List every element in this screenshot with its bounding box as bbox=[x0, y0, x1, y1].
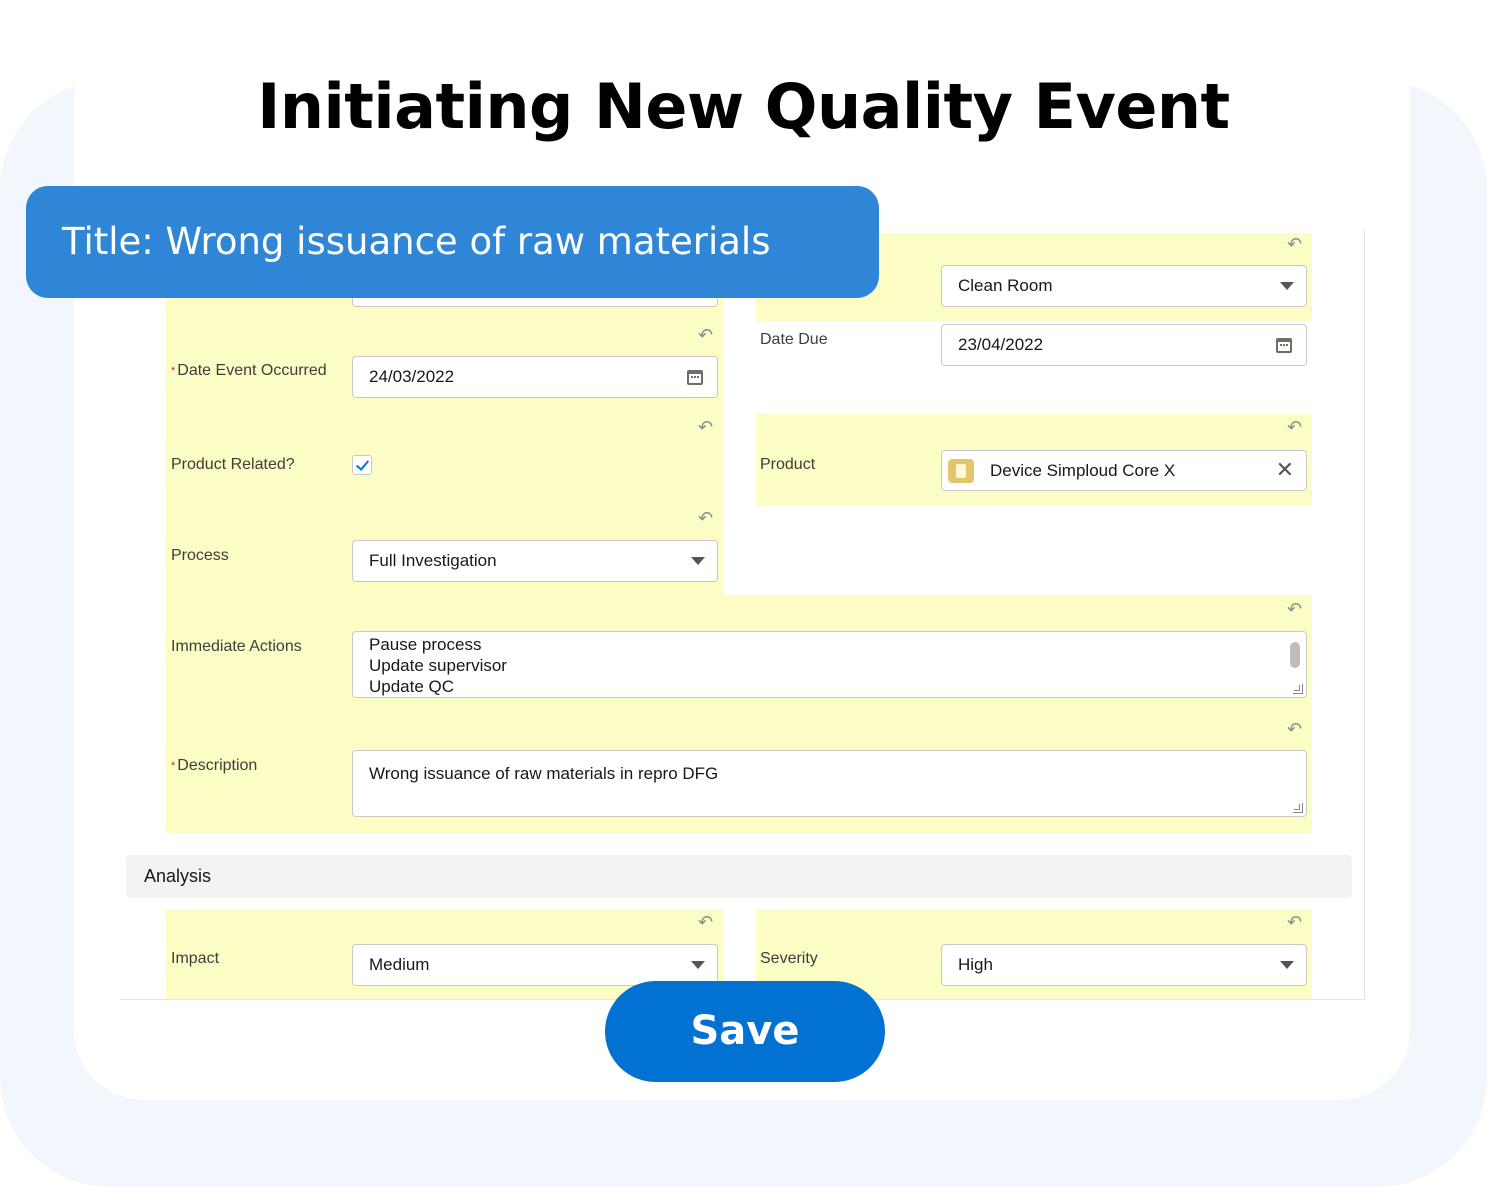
product-value: Device Simploud Core X bbox=[990, 461, 1176, 480]
location-value: Clean Room bbox=[958, 276, 1053, 295]
process-select[interactable]: Full Investigation bbox=[352, 540, 718, 582]
analysis-section-header[interactable]: Analysis bbox=[126, 855, 1352, 898]
required-mark: * bbox=[171, 760, 176, 772]
chevron-down-icon bbox=[691, 557, 705, 565]
process-value: Full Investigation bbox=[369, 551, 497, 570]
date-due-label: Date Due bbox=[760, 331, 828, 348]
description-textarea[interactable]: Wrong issuance of raw materials in repro… bbox=[352, 750, 1307, 817]
process-label: Process bbox=[171, 547, 229, 564]
undo-icon[interactable]: ↶ bbox=[1287, 235, 1305, 253]
product-lookup[interactable]: Device Simploud Core X ✕ bbox=[941, 450, 1307, 491]
severity-label: Severity bbox=[760, 950, 818, 967]
undo-icon[interactable]: ↶ bbox=[698, 509, 716, 527]
page-title: Initiating New Quality Event bbox=[257, 70, 1230, 143]
date-event-occurred-value: 24/03/2022 bbox=[369, 367, 455, 386]
immediate-action-line: Update QC bbox=[369, 677, 455, 696]
quality-event-form: ↶ Clean Room ↶ * Date Event Occurred 24/0… bbox=[120, 230, 1365, 1000]
undo-icon[interactable]: ↶ bbox=[698, 913, 716, 931]
chevron-down-icon bbox=[691, 961, 705, 969]
immediate-actions-label: Immediate Actions bbox=[171, 638, 302, 655]
severity-select[interactable]: High bbox=[941, 944, 1307, 986]
undo-icon[interactable]: ↶ bbox=[698, 418, 716, 436]
immediate-actions-textarea[interactable]: Pause process Update supervisor Update Q… bbox=[352, 631, 1307, 698]
product-label: Product bbox=[760, 456, 816, 473]
calendar-icon[interactable] bbox=[687, 370, 703, 385]
undo-icon[interactable]: ↶ bbox=[1287, 720, 1305, 738]
product-related-checkbox[interactable] bbox=[352, 455, 372, 475]
date-event-occurred-text: Date Event Occurred bbox=[177, 362, 327, 379]
undo-icon[interactable]: ↶ bbox=[698, 326, 716, 344]
product-icon bbox=[948, 459, 974, 483]
save-button[interactable]: Save bbox=[605, 981, 885, 1082]
impact-value: Medium bbox=[369, 955, 430, 974]
chevron-down-icon bbox=[1280, 282, 1294, 290]
date-due-field[interactable]: 23/04/2022 bbox=[941, 324, 1307, 366]
undo-icon[interactable]: ↶ bbox=[1287, 913, 1305, 931]
location-select[interactable]: Clean Room bbox=[941, 265, 1307, 307]
severity-value: High bbox=[958, 955, 993, 974]
undo-icon[interactable]: ↶ bbox=[1287, 418, 1305, 436]
immediate-action-line: Pause process bbox=[369, 635, 482, 654]
description-label: * Description bbox=[171, 756, 257, 776]
date-due-value: 23/04/2022 bbox=[958, 335, 1044, 354]
calendar-icon[interactable] bbox=[1276, 338, 1292, 353]
scrollbar[interactable] bbox=[1290, 642, 1300, 668]
required-mark: * bbox=[171, 365, 176, 377]
resize-handle-icon[interactable] bbox=[1293, 803, 1303, 813]
chevron-down-icon bbox=[1280, 961, 1294, 969]
description-value: Wrong issuance of raw materials in repro… bbox=[369, 764, 719, 783]
date-event-occurred-field[interactable]: 24/03/2022 bbox=[352, 356, 718, 398]
resize-handle-icon[interactable] bbox=[1293, 684, 1303, 694]
impact-select[interactable]: Medium bbox=[352, 944, 718, 986]
product-related-label: Product Related? bbox=[171, 456, 295, 473]
undo-icon[interactable]: ↶ bbox=[1287, 600, 1305, 618]
title-callout: Title: Wrong issuance of raw materials bbox=[26, 186, 879, 298]
immediate-action-line: Update supervisor bbox=[369, 656, 507, 675]
impact-label: Impact bbox=[171, 950, 220, 967]
close-icon[interactable]: ✕ bbox=[1276, 459, 1294, 481]
description-text: Description bbox=[177, 757, 258, 774]
date-event-occurred-label: * Date Event Occurred bbox=[171, 361, 331, 381]
